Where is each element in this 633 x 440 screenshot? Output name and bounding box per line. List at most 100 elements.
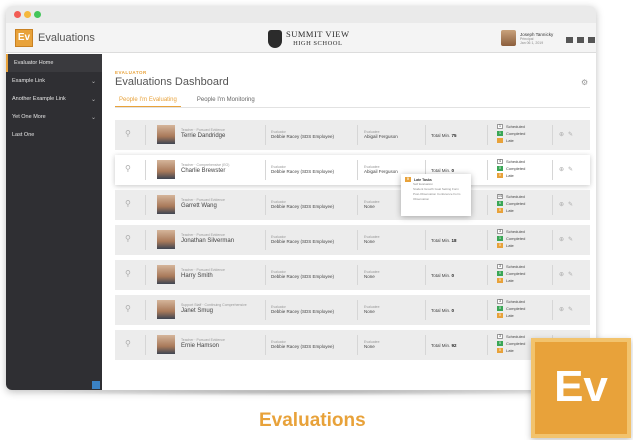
sidebar-item-label: Example Link [12,78,46,84]
avatar [157,195,175,214]
table-row[interactable]: ⚲ Teacher · Comprehensive (EO) Charlie B… [115,155,590,185]
table-row[interactable]: ⚲ Teacher · Pursued Evidence Ernie Hamso… [115,330,590,360]
avatar [157,335,175,354]
late-count[interactable]: 0 [497,348,503,353]
table-row[interactable]: ⚲ Teacher · Pursued Evidence Harry Smith… [115,260,590,290]
add-icon[interactable]: ⊕ [559,306,564,313]
close-window-button[interactable] [14,11,21,18]
divider [145,160,146,180]
scheduled-count: 1 [497,124,503,129]
popup-task[interactable]: Observation [413,197,467,202]
table-row[interactable]: ⚲ Teacher · Pursued Evidence Garrett Wan… [115,190,590,220]
person-name[interactable]: Garrett Wang [181,203,217,209]
scheduled-label: Scheduled [506,264,525,269]
total-minutes: Total Min. 92 [431,343,457,348]
edit-icon[interactable]: ✎ [568,271,573,278]
sidebar-item-another-example-link[interactable]: Another Example Link ⌄ [6,90,102,108]
person-name[interactable]: Terrie Dandridge [181,133,225,139]
evaluator-value: Debbie Racey (SDS Employee) [271,344,335,349]
evaluatee-value: None [364,204,375,209]
divider [552,160,553,180]
add-icon[interactable]: ⊕ [559,236,564,243]
user-profile[interactable]: Joseph Tannicky Principal Jan 06 1, 2019 [501,30,553,46]
status-summary: 4 Scheduled 0 Completed 0 Late [497,158,525,179]
divider [145,230,146,250]
table-row[interactable]: ⚲ Teacher · Pursued Evidence Terrie Dand… [115,120,590,150]
apps-grid-icon[interactable] [577,37,584,43]
divider [487,335,488,355]
evaluations-app-badge: Ev [531,338,631,438]
sidebar-item-evaluator-home[interactable]: Evaluator Home [6,54,102,72]
person-name[interactable]: Janet Smug [181,308,213,314]
late-count[interactable]: 0 [497,278,503,283]
search-icon[interactable]: ⚲ [125,339,131,348]
divider [357,195,358,215]
sidebar-item-label: Evaluator Home [14,60,54,66]
late-count[interactable]: 0 [497,313,503,318]
add-icon[interactable]: ⊕ [559,271,564,278]
completed-count: 0 [497,166,503,171]
search-icon[interactable]: ⚲ [125,199,131,208]
notifications-icon[interactable] [588,37,595,43]
edit-icon[interactable]: ✎ [568,306,573,313]
divider [487,125,488,145]
late-count[interactable]: 0 [497,173,503,178]
person-name[interactable]: Ernie Hamson [181,343,219,349]
user-name: Joseph Tannicky [520,31,554,37]
late-label: Late [506,138,514,143]
search-icon[interactable]: ⚲ [125,129,131,138]
app-title: Evaluations [38,32,95,44]
divider [487,160,488,180]
table-row[interactable]: ⚲ Support Staff · Continuing Comprehensi… [115,295,590,325]
scheduled-count: 3 [497,264,503,269]
app-window: Ev Evaluations SUMMIT VIEW HIGH SCHOOL J… [6,6,596,390]
divider [145,300,146,320]
sidebar-item-label: Yet One More [12,114,46,120]
edit-icon[interactable]: ✎ [568,201,573,208]
crest-icon [268,30,282,48]
completed-label: Completed [506,306,526,311]
edit-icon[interactable]: ✎ [568,236,573,243]
edit-icon[interactable]: ✎ [568,166,573,173]
person-name[interactable]: Charlie Brewster [181,168,225,174]
total-label: Total Min. [431,133,451,138]
evaluations-list: ⚲ Teacher · Pursued Evidence Terrie Dand… [115,120,590,365]
search-icon[interactable]: ⚲ [125,164,131,173]
sidebar-item-yet-one-more[interactable]: Yet One More ⌄ [6,108,102,126]
tab-people-evaluating[interactable]: People I'm Evaluating [115,94,181,107]
search-icon[interactable]: ⚲ [125,304,131,313]
people-icon[interactable] [566,37,573,43]
maximize-window-button[interactable] [34,11,41,18]
add-icon[interactable]: ⊕ [559,201,564,208]
tab-people-monitoring[interactable]: People I'm Monitoring [193,94,259,107]
late-count[interactable]: 0 [497,208,503,213]
divider [357,300,358,320]
school-logo: SUMMIT VIEW HIGH SCHOOL [268,28,350,50]
sidebar-item-example-link[interactable]: Example Link ⌄ [6,72,102,90]
divider [487,265,488,285]
app-logo[interactable]: Ev [15,29,33,47]
person-role: Support Staff · Continuing Comprehensive [181,303,247,307]
completed-label: Completed [506,341,526,346]
search-icon[interactable]: ⚲ [125,234,131,243]
gear-icon[interactable]: ⚙ [581,78,588,87]
minimize-window-button[interactable] [24,11,31,18]
avatar [157,125,175,144]
add-icon[interactable]: ⊕ [559,166,564,173]
late-label: Late [506,278,514,283]
add-icon[interactable]: ⊕ [559,131,564,138]
edit-icon[interactable]: ✎ [568,131,573,138]
sidebar-collapse-handle[interactable] [92,381,100,389]
table-row[interactable]: ⚲ Teacher · Pursued Evidence Jonathan Si… [115,225,590,255]
late-label: Late [506,313,514,318]
person-name[interactable]: Harry Smith [181,273,213,279]
sidebar-item-last-one[interactable]: Last One [6,126,102,144]
late-count[interactable]: 0 [497,243,503,248]
divider [265,160,266,180]
completed-count: 0 [497,271,503,276]
person-role: Teacher · Pursued Evidence [181,233,225,237]
late-count[interactable] [497,138,503,143]
search-icon[interactable]: ⚲ [125,269,131,278]
divider [425,265,426,285]
person-name[interactable]: Jonathan Silverman [181,238,234,244]
